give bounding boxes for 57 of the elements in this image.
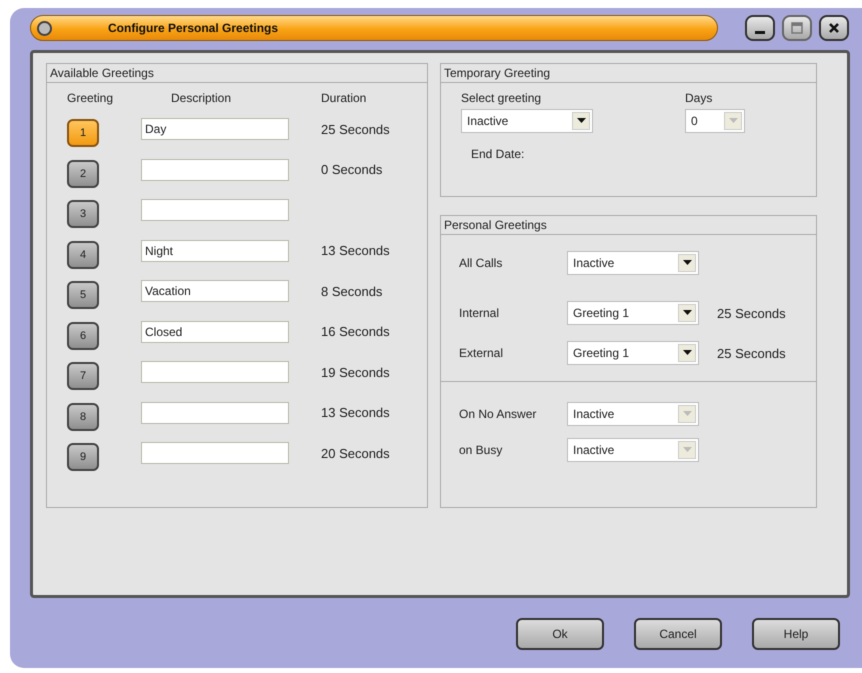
greeting-dropdown[interactable]: Inactive bbox=[567, 251, 699, 275]
duration-text: 13 Seconds bbox=[321, 243, 390, 258]
description-field[interactable] bbox=[141, 361, 289, 384]
duration-text: 25 Seconds bbox=[321, 122, 390, 137]
maximize-button[interactable] bbox=[782, 15, 812, 41]
duration-text: 20 Seconds bbox=[321, 446, 390, 461]
group-title: Available Greetings bbox=[47, 64, 427, 83]
greeting-number-button[interactable]: 5 bbox=[67, 281, 99, 310]
description-field[interactable] bbox=[141, 442, 289, 464]
description-field[interactable]: Day bbox=[141, 118, 289, 140]
greeting-number-button[interactable]: 8 bbox=[67, 402, 99, 431]
description-field[interactable] bbox=[141, 158, 289, 181]
field-label: External bbox=[459, 346, 504, 360]
duration-text: 8 Seconds bbox=[321, 284, 382, 299]
field-label: All Calls bbox=[459, 256, 504, 270]
column-header: Greeting bbox=[66, 91, 114, 107]
field-label: on Busy bbox=[459, 443, 504, 457]
duration-text: 25 Seconds bbox=[717, 306, 786, 320]
duration-text: 16 Seconds bbox=[321, 324, 390, 340]
description-field[interactable] bbox=[141, 199, 289, 222]
greeting-number-button[interactable]: 7 bbox=[67, 362, 99, 390]
field-label: Days bbox=[685, 91, 714, 105]
description-field[interactable]: Vacation bbox=[141, 280, 289, 302]
minimize-button[interactable] bbox=[745, 15, 775, 41]
dialog-button[interactable]: Help bbox=[752, 618, 840, 650]
column-header: Description bbox=[170, 91, 232, 107]
greeting-dropdown[interactable]: Inactive bbox=[461, 109, 593, 133]
duration-text: 25 Seconds bbox=[717, 346, 786, 360]
group-title: Personal Greetings bbox=[441, 216, 816, 235]
description-field[interactable] bbox=[141, 402, 289, 424]
close-button[interactable] bbox=[819, 15, 849, 41]
end-date-label: End Date: bbox=[471, 147, 526, 161]
dialog-button[interactable]: Ok bbox=[516, 618, 604, 650]
close-icon bbox=[828, 22, 840, 34]
greeting-number-button[interactable]: 1 bbox=[67, 119, 99, 148]
field-label: Select greeting bbox=[461, 91, 542, 105]
duration-text: 13 Seconds bbox=[321, 405, 390, 420]
column-header: Duration bbox=[321, 91, 368, 107]
greeting-number-button[interactable]: 4 bbox=[67, 240, 99, 269]
greeting-number-button[interactable]: 9 bbox=[67, 443, 99, 472]
description-field[interactable]: Closed bbox=[141, 320, 289, 343]
greeting-number-button[interactable]: 6 bbox=[67, 322, 99, 350]
field-label: On No Answer bbox=[459, 407, 538, 421]
description-field[interactable]: Night bbox=[141, 240, 289, 262]
duration-text: 19 Seconds bbox=[321, 364, 390, 380]
minimize-icon bbox=[755, 30, 765, 34]
greeting-dropdown[interactable]: Greeting 1 bbox=[567, 301, 699, 325]
circle-icon bbox=[37, 20, 52, 36]
dialog-button[interactable]: Cancel bbox=[634, 618, 722, 650]
window-title: Configure Personal Greetings bbox=[108, 21, 278, 35]
greeting-dropdown[interactable]: Greeting 1 bbox=[567, 341, 699, 365]
greeting-number-button[interactable]: 2 bbox=[67, 160, 99, 188]
group-title: Temporary Greeting bbox=[441, 64, 816, 83]
duration-text: 0 Seconds bbox=[321, 162, 382, 178]
maximize-icon bbox=[791, 22, 803, 34]
greeting-number-button[interactable]: 3 bbox=[67, 200, 99, 228]
field-label: Internal bbox=[459, 306, 500, 320]
